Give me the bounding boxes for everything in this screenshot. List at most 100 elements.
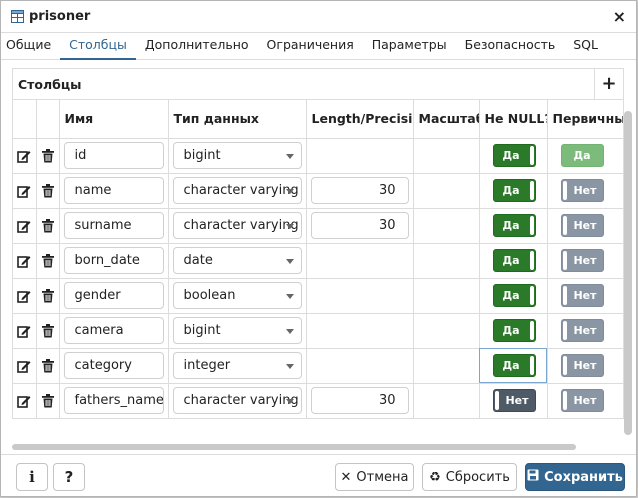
delete-row-button[interactable] [35, 347, 60, 384]
scale-cell[interactable] [412, 347, 480, 384]
cancel-button[interactable]: ✕ Отмена [335, 463, 414, 491]
primary-key-value: Нет [573, 289, 597, 302]
primary-key-toggle[interactable]: Нет [560, 179, 604, 202]
info-button[interactable]: i [16, 463, 48, 491]
scale-cell[interactable] [412, 382, 480, 418]
column-name-input[interactable]: fathers_name [63, 387, 164, 414]
column-name-input[interactable]: surname [63, 212, 164, 239]
not-null-value: Да [502, 149, 520, 162]
column-name-input[interactable]: id [63, 142, 164, 169]
data-type-select[interactable]: character varying [172, 387, 302, 414]
save-button[interactable]: Сохранить [525, 463, 625, 491]
add-column-button[interactable]: + [594, 69, 623, 100]
edit-row-button[interactable] [13, 347, 37, 384]
tab-sql[interactable]: SQL [564, 33, 607, 60]
name-cell: id [58, 137, 169, 174]
vertical-scrollbar[interactable] [624, 111, 632, 435]
edit-row-button[interactable] [13, 207, 37, 244]
table-row: id bigint Да Да [13, 137, 623, 174]
length-input[interactable]: 30 [310, 212, 409, 239]
name-cell: fathers_name [58, 382, 169, 418]
delete-row-button[interactable] [35, 172, 60, 209]
edit-row-button[interactable] [13, 137, 37, 174]
not-null-toggle[interactable]: Да [492, 179, 536, 202]
close-icon[interactable]: × [613, 7, 626, 26]
scale-cell[interactable] [412, 137, 480, 174]
column-name-input[interactable]: gender [63, 282, 164, 309]
delete-row-button[interactable] [35, 207, 60, 244]
primary-key-toggle[interactable]: Нет [560, 214, 604, 237]
scale-cell[interactable] [412, 312, 480, 349]
data-type-select[interactable]: boolean [172, 282, 302, 309]
edit-row-button[interactable] [13, 242, 37, 279]
tab-constraints[interactable]: Ограничения [258, 33, 363, 60]
delete-row-button[interactable] [35, 312, 60, 349]
table-row: gender boolean Да Нет [13, 277, 623, 314]
length-cell[interactable] [305, 312, 414, 349]
not-null-toggle[interactable]: Да [492, 284, 536, 307]
length-cell[interactable] [305, 347, 414, 384]
data-type-value: boolean [183, 288, 236, 303]
not-null-toggle[interactable]: Нет [492, 389, 536, 412]
tab-security[interactable]: Безопасность [456, 33, 565, 60]
length-cell[interactable]: 30 [305, 382, 414, 418]
data-type-select[interactable]: character varying [172, 177, 302, 204]
not-null-toggle[interactable]: Да [492, 144, 536, 167]
save-icon [527, 469, 539, 485]
horizontal-scrollbar[interactable] [12, 444, 576, 450]
not-null-toggle[interactable]: Да [492, 354, 536, 377]
delete-row-button[interactable] [35, 137, 60, 174]
data-type-select[interactable]: character varying [172, 212, 302, 239]
reset-button[interactable]: ♻ Сбросить [422, 463, 517, 491]
tab-advanced[interactable]: Дополнительно [136, 33, 258, 60]
tab-columns[interactable]: Столбцы [60, 33, 136, 60]
column-name-input[interactable]: category [63, 352, 164, 379]
not-null-toggle[interactable]: Да [492, 249, 536, 272]
length-cell[interactable] [305, 242, 414, 279]
tab-parameters[interactable]: Параметры [363, 33, 456, 60]
primary-key-toggle[interactable]: Нет [560, 389, 604, 412]
delete-row-button[interactable] [35, 382, 60, 418]
scale-cell[interactable] [412, 242, 480, 279]
data-type-select[interactable]: integer [172, 352, 302, 379]
trash-icon [37, 148, 59, 163]
delete-row-button[interactable] [35, 277, 60, 314]
tab-general[interactable]: Общие [1, 33, 60, 60]
name-cell: surname [58, 207, 169, 244]
column-name-input[interactable]: camera [63, 317, 164, 344]
primary-key-value: Да [573, 149, 591, 162]
data-type-value: character varying [183, 393, 299, 408]
primary-key-toggle[interactable]: Да [560, 144, 604, 167]
not-null-toggle[interactable]: Да [492, 214, 536, 237]
length-cell[interactable]: 30 [305, 207, 414, 244]
delete-row-button[interactable] [35, 242, 60, 279]
scale-cell[interactable] [412, 207, 480, 244]
length-input[interactable]: 30 [310, 177, 409, 204]
not-null-toggle[interactable]: Да [492, 319, 536, 342]
edit-row-button[interactable] [13, 277, 37, 314]
table-row: surname character varying 30 Да Нет [13, 207, 623, 244]
edit-row-button[interactable] [13, 312, 37, 349]
length-input[interactable]: 30 [310, 387, 409, 414]
dialog-titlebar[interactable]: prisoner × [1, 1, 636, 33]
help-button[interactable]: ? [53, 463, 85, 491]
data-type-select[interactable]: date [172, 247, 302, 274]
length-cell[interactable] [305, 137, 414, 174]
name-cell: category [58, 347, 169, 384]
primary-key-toggle[interactable]: Нет [560, 319, 604, 342]
length-cell[interactable] [305, 277, 414, 314]
edit-row-button[interactable] [13, 172, 37, 209]
column-name-input[interactable]: born_date [63, 247, 164, 274]
data-type-select[interactable]: bigint [172, 142, 302, 169]
data-type-select[interactable]: bigint [172, 317, 302, 344]
not-null-cell: Нет [478, 382, 548, 418]
edit-icon [13, 149, 36, 163]
primary-key-toggle[interactable]: Нет [560, 354, 604, 377]
edit-row-button[interactable] [13, 382, 37, 418]
column-name-input[interactable]: name [63, 177, 164, 204]
scale-cell[interactable] [412, 277, 480, 314]
primary-key-toggle[interactable]: Нет [560, 284, 604, 307]
primary-key-toggle[interactable]: Нет [560, 249, 604, 272]
length-cell[interactable]: 30 [305, 172, 414, 209]
scale-cell[interactable] [412, 172, 480, 209]
